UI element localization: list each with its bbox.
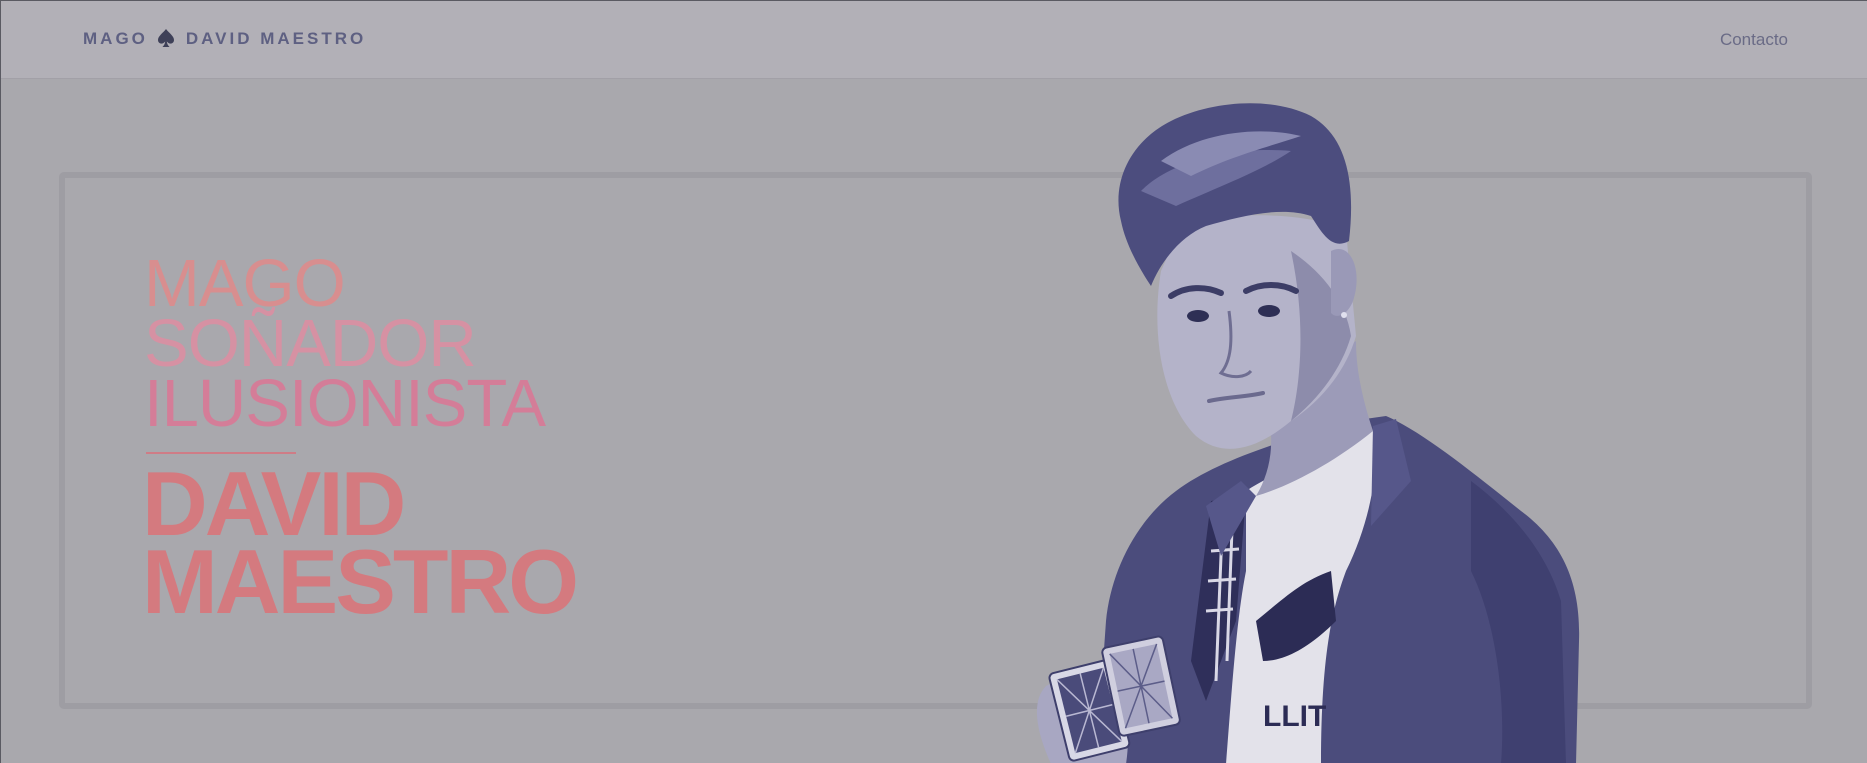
site-header: MAGO DAVID MAESTRO Contacto: [1, 1, 1867, 79]
magician-portrait-image: LLIT: [1036, 103, 1580, 763]
tagline-ilusionista: ILUSIONISTA: [144, 366, 546, 441]
hero-tagline: MAGO SOÑADOR ILUSIONISTA: [144, 246, 546, 441]
nav-contact-link[interactable]: Contacto: [1720, 30, 1788, 50]
spade-icon: [157, 28, 175, 48]
site-logo[interactable]: MAGO DAVID MAESTRO: [83, 29, 366, 49]
page: MAGO DAVID MAESTRO Contacto MAGO SOÑADOR…: [0, 0, 1867, 763]
brand-first-word: MAGO: [83, 29, 148, 48]
hero-name-last: MAESTRO: [142, 532, 579, 633]
tagline-mago: MAGO: [144, 246, 346, 321]
svg-text:LLIT: LLIT: [1263, 700, 1326, 733]
tagline-sonador: SOÑADOR: [144, 306, 477, 381]
hero-name: DAVID MAESTRO: [142, 459, 579, 633]
brand-name: DAVID MAESTRO: [185, 29, 367, 48]
